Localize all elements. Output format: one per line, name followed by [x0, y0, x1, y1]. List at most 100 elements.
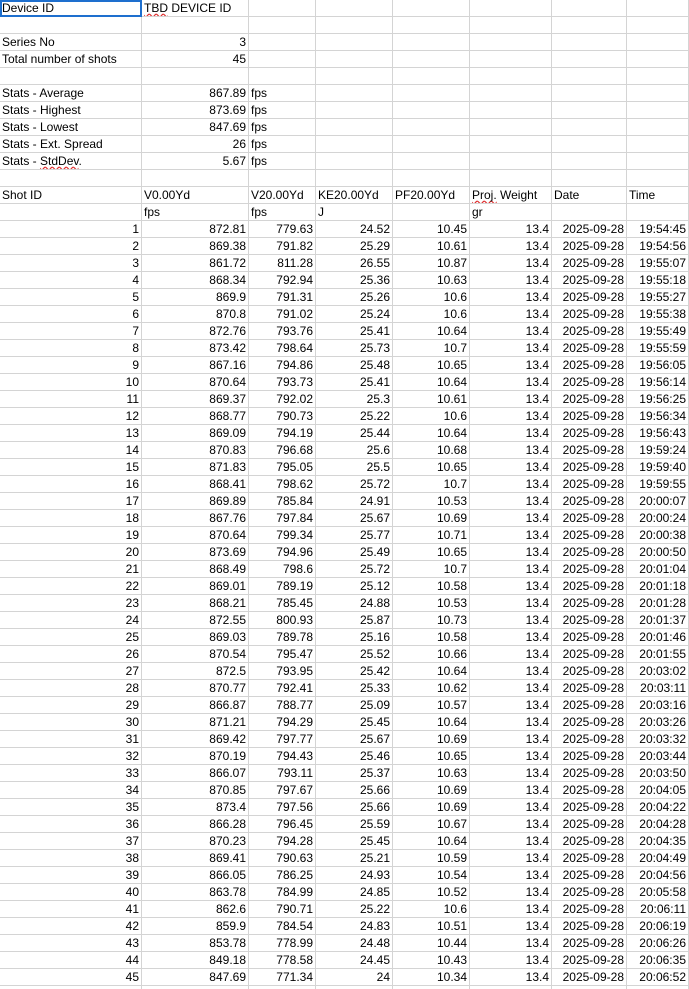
- data-cell[interactable]: 790.73: [249, 408, 316, 425]
- empty-cell[interactable]: [316, 17, 393, 34]
- data-cell[interactable]: 868.41: [142, 476, 249, 493]
- empty-cell[interactable]: [627, 17, 689, 34]
- data-cell[interactable]: 869.89: [142, 493, 249, 510]
- data-cell[interactable]: 869.41: [142, 850, 249, 867]
- data-cell[interactable]: 2025-09-28: [552, 476, 627, 493]
- data-cell[interactable]: 862.6: [142, 901, 249, 918]
- column-header[interactable]: KE20.00Yd: [316, 187, 393, 204]
- data-cell[interactable]: 20:01:55: [627, 646, 689, 663]
- data-cell[interactable]: 15: [0, 459, 142, 476]
- data-cell[interactable]: 13.4: [470, 816, 552, 833]
- data-cell[interactable]: 19:54:45: [627, 221, 689, 238]
- data-cell[interactable]: 2025-09-28: [552, 289, 627, 306]
- data-cell[interactable]: 10.73: [393, 612, 470, 629]
- data-cell[interactable]: 20:04:28: [627, 816, 689, 833]
- data-cell[interactable]: 2025-09-28: [552, 510, 627, 527]
- data-cell[interactable]: 872.76: [142, 323, 249, 340]
- data-cell[interactable]: 2025-09-28: [552, 765, 627, 782]
- data-cell[interactable]: 9: [0, 357, 142, 374]
- empty-cell[interactable]: [316, 68, 393, 85]
- empty-cell[interactable]: [316, 119, 393, 136]
- data-cell[interactable]: 870.8: [142, 306, 249, 323]
- data-cell[interactable]: 778.99: [249, 935, 316, 952]
- data-cell[interactable]: 794.96: [249, 544, 316, 561]
- data-cell[interactable]: 870.77: [142, 680, 249, 697]
- empty-cell[interactable]: [552, 136, 627, 153]
- data-cell[interactable]: 25.09: [316, 697, 393, 714]
- device-id-label[interactable]: Device ID: [0, 0, 142, 17]
- data-cell[interactable]: 19:56:05: [627, 357, 689, 374]
- data-cell[interactable]: 869.38: [142, 238, 249, 255]
- data-cell[interactable]: 13.4: [470, 697, 552, 714]
- empty-cell[interactable]: [0, 204, 142, 221]
- data-cell[interactable]: 25.5: [316, 459, 393, 476]
- empty-cell[interactable]: [470, 17, 552, 34]
- data-cell[interactable]: 19: [0, 527, 142, 544]
- data-cell[interactable]: 10.68: [393, 442, 470, 459]
- data-cell[interactable]: 1: [0, 221, 142, 238]
- data-cell[interactable]: 19:56:34: [627, 408, 689, 425]
- data-cell[interactable]: 13.4: [470, 289, 552, 306]
- empty-cell[interactable]: [552, 204, 627, 221]
- empty-cell[interactable]: [316, 34, 393, 51]
- data-cell[interactable]: 25.87: [316, 612, 393, 629]
- empty-cell[interactable]: [552, 170, 627, 187]
- empty-cell[interactable]: [316, 136, 393, 153]
- data-cell[interactable]: 10.71: [393, 527, 470, 544]
- data-cell[interactable]: 10.64: [393, 323, 470, 340]
- data-cell[interactable]: 19:55:18: [627, 272, 689, 289]
- data-cell[interactable]: 25.41: [316, 323, 393, 340]
- data-cell[interactable]: 12: [0, 408, 142, 425]
- stat-value[interactable]: 867.89: [142, 85, 249, 102]
- data-cell[interactable]: 13.4: [470, 578, 552, 595]
- data-cell[interactable]: 25.67: [316, 731, 393, 748]
- device-id-value[interactable]: TBD DEVICE ID: [142, 0, 249, 17]
- data-cell[interactable]: 2025-09-28: [552, 833, 627, 850]
- data-cell[interactable]: 784.99: [249, 884, 316, 901]
- data-cell[interactable]: 872.5: [142, 663, 249, 680]
- data-cell[interactable]: 20:03:44: [627, 748, 689, 765]
- data-cell[interactable]: 790.63: [249, 850, 316, 867]
- data-cell[interactable]: 10.64: [393, 833, 470, 850]
- data-cell[interactable]: 20: [0, 544, 142, 561]
- data-cell[interactable]: 786.25: [249, 867, 316, 884]
- empty-cell[interactable]: [316, 170, 393, 187]
- data-cell[interactable]: 2025-09-28: [552, 697, 627, 714]
- data-cell[interactable]: 26.55: [316, 255, 393, 272]
- data-cell[interactable]: 25.26: [316, 289, 393, 306]
- data-cell[interactable]: 791.31: [249, 289, 316, 306]
- data-cell[interactable]: 25.41: [316, 374, 393, 391]
- data-cell[interactable]: 866.28: [142, 816, 249, 833]
- data-cell[interactable]: 2025-09-28: [552, 374, 627, 391]
- data-cell[interactable]: 25.42: [316, 663, 393, 680]
- stat-unit[interactable]: fps: [249, 102, 316, 119]
- data-cell[interactable]: 10.65: [393, 357, 470, 374]
- data-cell[interactable]: 45: [0, 969, 142, 986]
- total-shots-value[interactable]: 45: [142, 51, 249, 68]
- data-cell[interactable]: 784.54: [249, 918, 316, 935]
- empty-cell[interactable]: [316, 0, 393, 17]
- stat-value[interactable]: 5.67: [142, 153, 249, 170]
- data-cell[interactable]: 19:59:24: [627, 442, 689, 459]
- data-cell[interactable]: 43: [0, 935, 142, 952]
- empty-cell[interactable]: [393, 68, 470, 85]
- data-cell[interactable]: 10.69: [393, 510, 470, 527]
- data-cell[interactable]: 19:55:59: [627, 340, 689, 357]
- data-cell[interactable]: 866.05: [142, 867, 249, 884]
- data-cell[interactable]: 24.48: [316, 935, 393, 952]
- empty-cell[interactable]: [552, 51, 627, 68]
- data-cell[interactable]: 2025-09-28: [552, 816, 627, 833]
- empty-cell[interactable]: [552, 119, 627, 136]
- empty-cell[interactable]: [470, 119, 552, 136]
- data-cell[interactable]: 6: [0, 306, 142, 323]
- data-cell[interactable]: 13.4: [470, 969, 552, 986]
- data-cell[interactable]: 869.09: [142, 425, 249, 442]
- column-header[interactable]: Proj. Weight: [470, 187, 552, 204]
- data-cell[interactable]: 20:04:49: [627, 850, 689, 867]
- data-cell[interactable]: 2025-09-28: [552, 748, 627, 765]
- data-cell[interactable]: 19:56:43: [627, 425, 689, 442]
- data-cell[interactable]: 17: [0, 493, 142, 510]
- data-cell[interactable]: 20:00:50: [627, 544, 689, 561]
- data-cell[interactable]: 13.4: [470, 629, 552, 646]
- data-cell[interactable]: 2025-09-28: [552, 935, 627, 952]
